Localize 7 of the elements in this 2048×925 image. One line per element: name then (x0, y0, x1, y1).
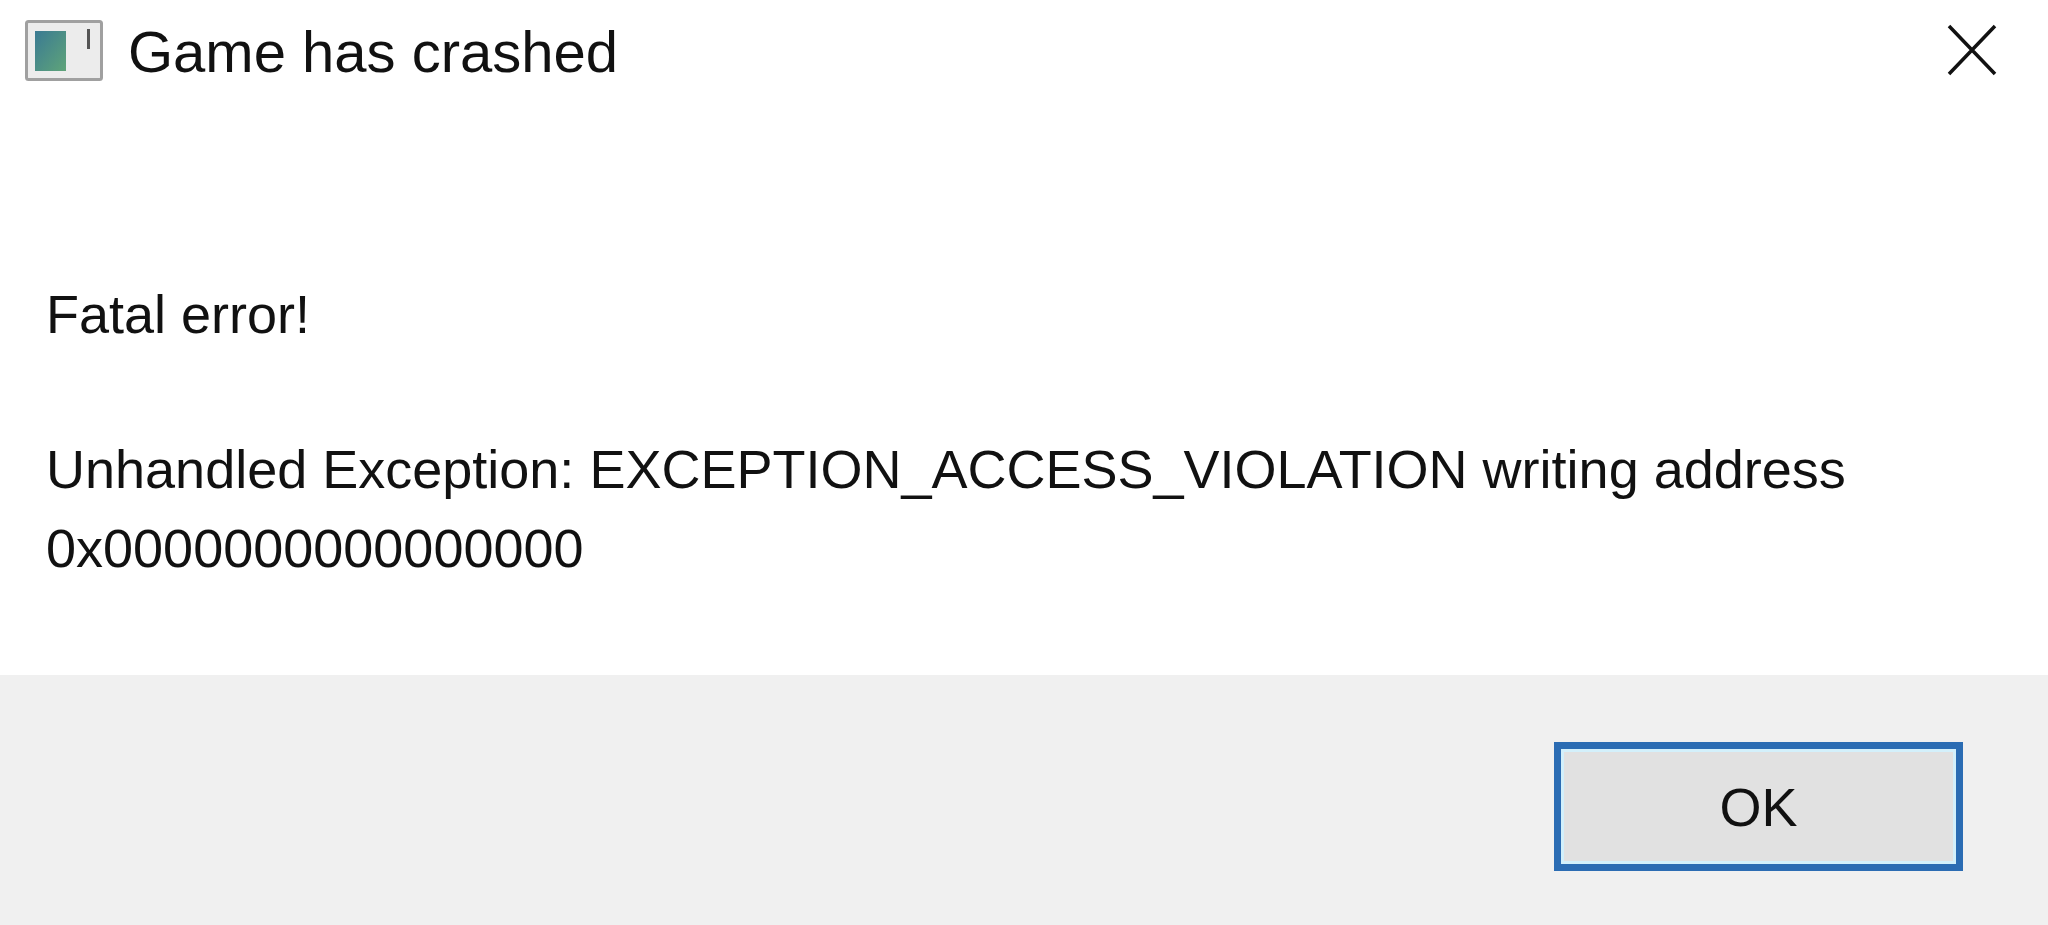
app-window-icon (25, 19, 103, 81)
error-heading: Fatal error! (46, 283, 312, 346)
close-button[interactable] (1947, 24, 1997, 76)
ok-button[interactable]: OK (1554, 742, 1963, 871)
close-icon (1947, 24, 1997, 76)
error-details: Unhandled Exception: EXCEPTION_ACCESS_VIOLATION writing address 0x0000000000000000 (46, 438, 1847, 580)
window-title: Game has crashed (128, 18, 619, 86)
